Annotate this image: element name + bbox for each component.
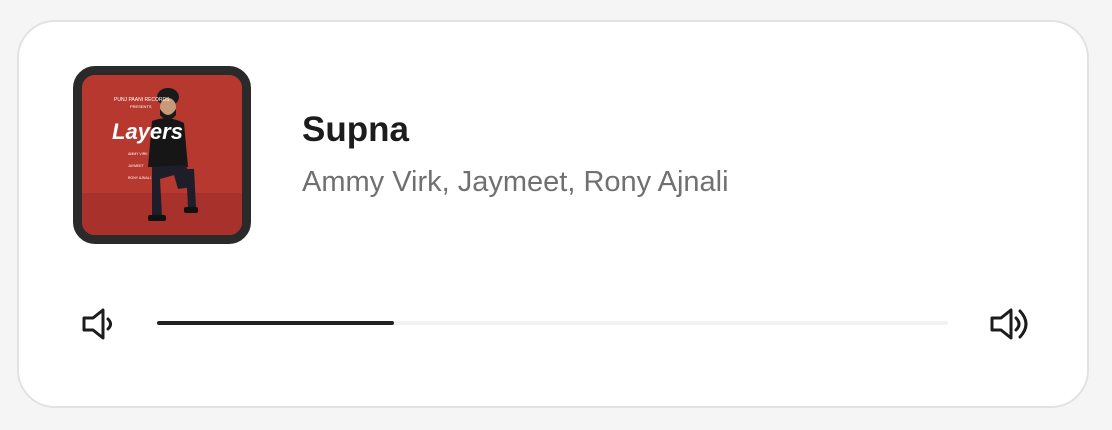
volume-low-icon[interactable] xyxy=(81,305,125,343)
svg-text:PRESENTS: PRESENTS xyxy=(130,104,152,109)
album-art-image: PUNJ PAANI RECORDS PRESENTS Layers AMMY … xyxy=(82,75,242,235)
svg-text:Layers: Layers xyxy=(112,119,183,144)
svg-text:JAYMEET: JAYMEET xyxy=(128,164,145,168)
volume-slider-fill xyxy=(157,321,395,325)
media-card: PUNJ PAANI RECORDS PRESENTS Layers AMMY … xyxy=(17,20,1089,408)
svg-text:PUNJ PAANI RECORDS: PUNJ PAANI RECORDS xyxy=(114,97,170,103)
track-artists: Ammy Virk, Jaymeet, Rony Ajnali xyxy=(302,166,729,198)
volume-high-icon[interactable] xyxy=(989,305,1033,343)
svg-text:AMMY VIRK: AMMY VIRK xyxy=(128,152,148,156)
album-art: PUNJ PAANI RECORDS PRESENTS Layers AMMY … xyxy=(73,66,251,244)
svg-text:RONY AJNALI: RONY AJNALI xyxy=(128,176,151,180)
track-title: Supna xyxy=(302,110,409,149)
volume-slider[interactable] xyxy=(157,318,948,328)
